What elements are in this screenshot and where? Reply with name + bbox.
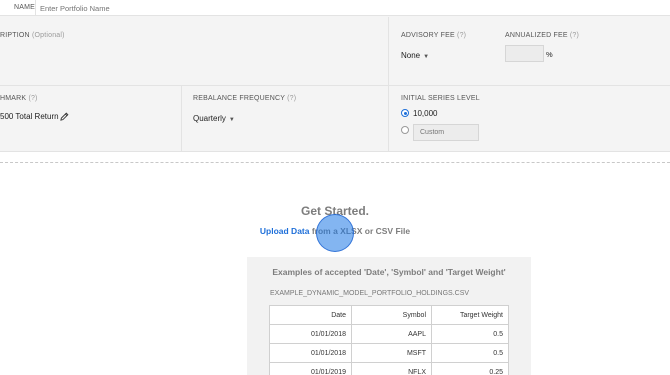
click-indicator — [316, 214, 354, 252]
portfolio-name-input[interactable] — [40, 2, 300, 14]
examples-title: Examples of accepted 'Date', 'Symbol' an… — [272, 267, 506, 277]
table-row: 01/01/2018 AAPL 0.5 — [269, 324, 509, 344]
pencil-icon[interactable] — [60, 112, 69, 121]
examples-box: Examples of accepted 'Date', 'Symbol' an… — [247, 257, 531, 375]
benchmark-label: HMARK (?) — [0, 95, 38, 102]
advisory-fee-label: ADVISORY FEE (?) — [401, 32, 467, 39]
caret-down-icon: ▼ — [423, 54, 430, 60]
caret-down-icon: ▼ — [228, 117, 235, 123]
benchmark-value[interactable]: 500 Total Return — [0, 112, 59, 121]
table-cell-weight: 0.25 — [431, 362, 509, 375]
name-divider — [35, 0, 36, 16]
table-cell-symbol: NFLX — [351, 362, 432, 375]
table-cell-date: 01/01/2018 — [269, 324, 352, 344]
table-cell-date: 01/01/2019 — [269, 362, 352, 375]
name-row: NAME — [0, 0, 670, 16]
table-cell-symbol: AAPL — [351, 324, 432, 344]
description-input[interactable] — [0, 44, 388, 84]
table-cell-date: 01/01/2018 — [269, 343, 352, 363]
table-header-row: Date Symbol Target Weight — [269, 305, 509, 325]
name-label: NAME — [14, 4, 36, 11]
upload-data-link[interactable]: Upload Data — [260, 226, 310, 236]
rebalance-frequency-label: REBALANCE FREQUENCY (?) — [193, 95, 297, 102]
initial-series-label: INITIAL SERIES LEVEL — [401, 95, 480, 102]
portfolio-settings-panel: NAME RIPTION (Optional) ADVISORY FEE (?)… — [0, 0, 670, 152]
table-header-date: Date — [269, 305, 352, 325]
radio-custom-level[interactable] — [401, 126, 409, 134]
annualized-fee-input[interactable] — [505, 45, 544, 62]
table-cell-weight: 0.5 — [431, 324, 509, 344]
dashed-separator — [0, 162, 670, 163]
radio-default-level[interactable] — [401, 109, 409, 117]
rebalance-frequency-select[interactable]: Quarterly ▼ — [193, 114, 235, 123]
example-filename: EXAMPLE_DYNAMIC_MODEL_PORTFOLIO_HOLDINGS… — [270, 290, 470, 297]
column-divider-2 — [181, 85, 182, 152]
row-divider — [0, 85, 670, 86]
table-row: 01/01/2019 NFLX 0.25 — [269, 362, 509, 375]
table-cell-symbol: MSFT — [351, 343, 432, 363]
table-cell-weight: 0.5 — [431, 343, 509, 363]
table-header-symbol: Symbol — [351, 305, 432, 325]
custom-level-input[interactable] — [413, 124, 479, 141]
description-label: RIPTION (Optional) — [0, 32, 65, 39]
annualized-fee-label: ANNUALIZED FEE (?) — [505, 32, 580, 39]
example-table: Date Symbol Target Weight 01/01/2018 AAP… — [269, 305, 509, 375]
percent-unit: % — [546, 50, 553, 59]
default-level-label: 10,000 — [413, 109, 438, 118]
table-row: 01/01/2018 MSFT 0.5 — [269, 343, 509, 363]
table-header-target-weight: Target Weight — [431, 305, 509, 325]
advisory-fee-select[interactable]: None ▼ — [401, 51, 429, 60]
